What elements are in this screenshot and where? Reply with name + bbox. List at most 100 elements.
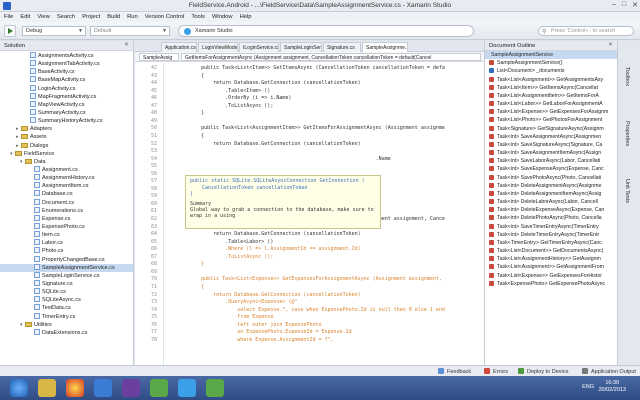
tree-file[interactable]: SampleAssignmentService.cs bbox=[0, 263, 133, 272]
outline-class[interactable]: SampleAssignmentService bbox=[485, 51, 617, 60]
outline-item[interactable]: Task<int> SaveAssignmentAsync(Assignmen bbox=[485, 133, 617, 141]
outline-item[interactable]: Task<List<Document>> GetDocumentsAsync( bbox=[485, 247, 617, 255]
tree-file[interactable]: ExpensePhoto.cs bbox=[0, 222, 133, 231]
outline-item[interactable]: Task<List<Expense>> GetExpensesForAssign… bbox=[485, 108, 617, 116]
tree-file[interactable]: BaseActivity.cs bbox=[0, 68, 133, 76]
menu-search[interactable]: Search bbox=[57, 14, 75, 20]
chrome-icon[interactable] bbox=[66, 379, 84, 397]
errors-button[interactable]: Errors bbox=[484, 368, 508, 375]
download-icon[interactable] bbox=[150, 379, 168, 397]
tree-file[interactable]: Expense.cs bbox=[0, 214, 133, 223]
toolbox-tab[interactable]: Toolbox bbox=[624, 67, 630, 86]
tree-file[interactable]: SummaryActivity.cs bbox=[0, 108, 133, 117]
tree-file[interactable]: Photo.cs bbox=[0, 247, 133, 255]
tab-signature[interactable]: Signature.cs bbox=[323, 42, 361, 52]
tree-file[interactable]: PropertyChangedBase.cs bbox=[0, 255, 133, 264]
outline-item[interactable]: Task<int> SavePhotoAsync(Photo, Cancella… bbox=[485, 174, 617, 182]
code-area[interactable]: 42 public Task<List<Item>> GetItemsAsync… bbox=[135, 63, 484, 365]
configuration-select[interactable]: Debug ▼ bbox=[22, 26, 86, 36]
outline-item[interactable]: SampleAssignmentService() bbox=[485, 59, 617, 67]
tab-loginviewmodel[interactable]: LoginViewModel... bbox=[198, 42, 238, 52]
outline-item[interactable]: Task<int> DeleteAssignmentItemAsync(Assi… bbox=[485, 190, 617, 198]
class-selector[interactable]: SampleAssig bbox=[139, 53, 179, 61]
outline-item[interactable]: Task<int> DeleteAssignmentAsync(Assignme bbox=[485, 182, 617, 190]
menu-tools[interactable]: Tools bbox=[191, 14, 205, 20]
tree-folder[interactable]: ▾ Utilities bbox=[0, 321, 133, 329]
tree-folder[interactable]: ▸ Adapters bbox=[0, 125, 133, 133]
outline-item[interactable]: Task<int> DeleteTimerEntryAsync(TimerEnt… bbox=[485, 231, 617, 239]
menu-view[interactable]: View bbox=[37, 14, 49, 20]
outline-item[interactable]: List<Document> _documents bbox=[485, 67, 617, 75]
tree-file[interactable]: MapViewActivity.cs bbox=[0, 100, 133, 109]
application-output-button[interactable]: Application Output bbox=[582, 368, 636, 375]
minimize-icon[interactable]: – bbox=[612, 1, 616, 9]
tree-file[interactable]: BaseMapActivity.cs bbox=[0, 76, 133, 84]
tab-application[interactable]: Application.cs bbox=[161, 42, 197, 52]
member-selector[interactable]: GetItemsForAssignmentAsync (Assignment a… bbox=[181, 53, 481, 61]
tree-file[interactable]: Enumerations.cs bbox=[0, 206, 133, 215]
tree-file[interactable]: SampleLoginService.cs bbox=[0, 271, 133, 280]
tree-file[interactable]: Assignment.cs bbox=[0, 165, 133, 174]
tab-sampleassignmentservice[interactable]: SampleAssignme... bbox=[362, 42, 408, 52]
outline-item[interactable]: Task<List<Photo>> GetPhotosForAssignment bbox=[485, 116, 617, 124]
tree-file[interactable]: AssignmentItem.cs bbox=[0, 182, 133, 190]
outline-item[interactable]: Task<List<Assignment>> GetAssignmentsAsy bbox=[485, 76, 617, 84]
deploy-button[interactable]: Deploy to Device bbox=[518, 368, 569, 375]
close-icon[interactable]: ✕ bbox=[632, 1, 638, 9]
file-explorer-icon[interactable] bbox=[38, 379, 56, 397]
tree-folder[interactable]: ▸ Assets bbox=[0, 133, 133, 141]
outline-item[interactable]: Task<int> DeleteExpenseAsync(Expense, Ca… bbox=[485, 206, 617, 214]
menu-run[interactable]: Run bbox=[127, 14, 138, 20]
outline-item[interactable]: Task<List<Labor>> GetLaborForAssignmentA bbox=[485, 100, 617, 108]
outline-item[interactable]: Task<int> DeletePhotoAsync(Photo, Cancel… bbox=[485, 214, 617, 222]
maximize-icon[interactable]: □ bbox=[622, 1, 626, 9]
menu-build[interactable]: Build bbox=[107, 14, 120, 20]
unit-tests-tab[interactable]: Unit Tests bbox=[624, 179, 630, 203]
outline-item[interactable]: Task<int> SaveExpenseAsync(Expense, Canc bbox=[485, 165, 617, 173]
outline-item[interactable]: Task<int> SaveTimerEntryAsync(TimerEntry bbox=[485, 223, 617, 231]
search-input[interactable]: ⚲ Press 'Control+,' to search bbox=[538, 26, 634, 36]
tree-file[interactable]: AssignmentTabActivity.cs bbox=[0, 60, 133, 68]
tree-file[interactable]: LoginActivity.cs bbox=[0, 84, 133, 93]
ie-icon[interactable] bbox=[10, 379, 28, 397]
run-button[interactable] bbox=[4, 25, 16, 37]
properties-tab[interactable]: Properties bbox=[624, 121, 630, 146]
menu-help[interactable]: Help bbox=[240, 14, 252, 20]
monitor-icon[interactable] bbox=[94, 379, 112, 397]
tree-file[interactable]: AssignmentsActivity.cs bbox=[0, 52, 133, 60]
outline-item[interactable]: Task<ExpensePhoto> GetExpensePhotoAsync bbox=[485, 280, 617, 288]
tree-file[interactable]: TimerEntry.cs bbox=[0, 312, 133, 321]
tree-file[interactable]: SQLite.cs bbox=[0, 288, 133, 296]
outline-item[interactable]: Task<List<Item>> GetItemsAsync(Cancellat bbox=[485, 84, 617, 92]
tab-sampleloginservice[interactable]: SampleLoginServ... bbox=[280, 42, 322, 52]
tree-file[interactable]: DataExtensions.cs bbox=[0, 328, 133, 337]
outline-item[interactable]: Task<List<AssignmentItem>> GetItemsForA bbox=[485, 92, 617, 100]
outline-item[interactable]: Task<int> SaveSignatureAsync(Signature, … bbox=[485, 141, 617, 149]
outline-item[interactable]: Task<int> SaveAssignmentItemAsync(Assign bbox=[485, 149, 617, 157]
outline-item[interactable]: Task<int> SaveLaborAsync(Labor, Cancella… bbox=[485, 157, 617, 165]
tree-folder[interactable]: ▸ Dialogs bbox=[0, 142, 133, 150]
tree-folder[interactable]: ▾ Data bbox=[0, 158, 133, 166]
tree-file[interactable]: Labor.cs bbox=[0, 239, 133, 247]
tree-file[interactable]: SQLiteAsync.cs bbox=[0, 296, 133, 304]
tree-file[interactable]: SummaryHistoryActivity.cs bbox=[0, 117, 133, 125]
menu-window[interactable]: Window bbox=[212, 14, 233, 20]
outline-item[interactable]: Task<List<Assignment>> GetAssignmentFrom bbox=[485, 263, 617, 271]
outline-item[interactable]: Task<Signature> GetSignatureAsync(Assign… bbox=[485, 125, 617, 133]
tree-file[interactable]: Signature.cs bbox=[0, 279, 133, 288]
close-icon[interactable]: ✕ bbox=[124, 42, 129, 48]
visual-studio-icon[interactable] bbox=[122, 379, 140, 397]
language-indicator[interactable]: ENG bbox=[582, 384, 594, 390]
tree-file[interactable]: Item.cs bbox=[0, 231, 133, 239]
close-icon[interactable]: ✕ bbox=[608, 42, 613, 48]
tree-file[interactable]: Database.cs bbox=[0, 190, 133, 198]
clock[interactable]: 16:30 20/02/2013 bbox=[598, 380, 626, 394]
android-icon[interactable] bbox=[206, 379, 224, 397]
tree-folder[interactable]: ▾ FieldService bbox=[0, 150, 133, 158]
tree-file[interactable]: Document.cs bbox=[0, 198, 133, 207]
outline-item[interactable]: Task<int> DeleteLaborAsync(Labor, Cancel… bbox=[485, 198, 617, 206]
tree-file[interactable]: MapFragmentActivity.cs bbox=[0, 92, 133, 101]
tree-file[interactable]: TestData.cs bbox=[0, 304, 133, 312]
outline-item[interactable]: Task<List<AssignmentHistory>> GetAssignm bbox=[485, 255, 617, 263]
outline-item[interactable]: Task<TimerEntry> GetTimerEntryAsync(Canc bbox=[485, 239, 617, 247]
